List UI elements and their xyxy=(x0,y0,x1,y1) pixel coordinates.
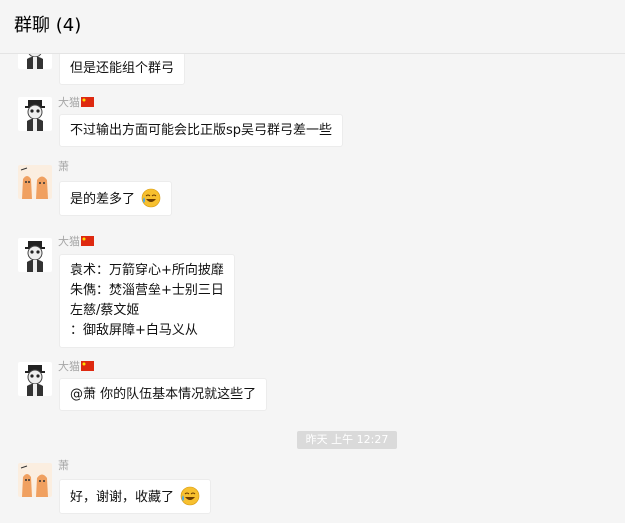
avatar[interactable] xyxy=(18,97,52,131)
message-bubble[interactable]: 但是还能组个群弓 xyxy=(59,52,186,85)
avatar[interactable] xyxy=(18,238,52,272)
china-flag-icon xyxy=(81,236,94,246)
message-text: 但是还能组个群弓 xyxy=(70,61,175,76)
message-line: ：御敌屏障+白马义从 xyxy=(70,323,198,338)
chat-title[interactable]: 群聊 (4) xyxy=(14,14,81,38)
message-text: 是的差多了 xyxy=(70,192,136,207)
message-line: 左慈/蔡文姬 xyxy=(70,303,140,318)
message-bubble[interactable]: 好，谢谢，收藏了 xyxy=(59,479,212,514)
cat-avatar-icon xyxy=(18,165,52,199)
message-bubble[interactable]: 是的差多了 xyxy=(59,181,173,216)
sender-name: 萧 xyxy=(58,160,69,173)
panda-gentleman-avatar-icon xyxy=(18,362,52,396)
china-flag-icon xyxy=(81,97,94,107)
message-text: @萧 你的队伍基本情况就这些了 xyxy=(70,387,257,402)
message-bubble[interactable]: @萧 你的队伍基本情况就这些了 xyxy=(59,378,268,411)
avatar[interactable] xyxy=(18,362,52,396)
sender-name: 大猫 xyxy=(58,96,94,110)
message-bubble[interactable]: 不过输出方面可能会比正版sp吴弓群弓差一些 xyxy=(59,114,344,147)
message-bubble[interactable]: 袁术：万箭穿心+所向披靡 朱儁：焚淄营垒+士别三日 左慈/蔡文姬 ：御敌屏障+白… xyxy=(59,254,235,348)
message-line: 袁术：万箭穿心+所向披靡 xyxy=(70,263,224,278)
avatar[interactable] xyxy=(18,463,52,497)
sender-name: 萧 xyxy=(58,459,69,472)
message-text: 好，谢谢，收藏了 xyxy=(70,490,175,505)
chat-header: 群聊 (4) xyxy=(0,0,625,54)
panda-gentleman-avatar-icon xyxy=(18,97,52,131)
cat-avatar-icon xyxy=(18,463,52,497)
sender-name: 大猫 xyxy=(58,235,94,249)
avatar[interactable] xyxy=(18,165,52,199)
timestamp-divider: 昨天 上午 12:27 xyxy=(297,431,397,449)
china-flag-icon xyxy=(81,361,94,371)
sender-name: 大猫 xyxy=(58,360,94,374)
panda-gentleman-avatar-icon xyxy=(18,238,52,272)
message-list[interactable]: 但是还能组个群弓 大猫 不过输出方面可能会比正版sp吴弓群弓差一些 萧 是的差多… xyxy=(0,0,625,523)
laughing-tears-emoji-icon xyxy=(180,486,200,506)
laughing-tears-emoji-icon xyxy=(141,188,161,208)
message-text: 不过输出方面可能会比正版sp吴弓群弓差一些 xyxy=(70,123,333,138)
message-line: 朱儁：焚淄营垒+士别三日 xyxy=(70,283,224,298)
group-chat-window: 但是还能组个群弓 大猫 不过输出方面可能会比正版sp吴弓群弓差一些 萧 是的差多… xyxy=(0,0,625,523)
